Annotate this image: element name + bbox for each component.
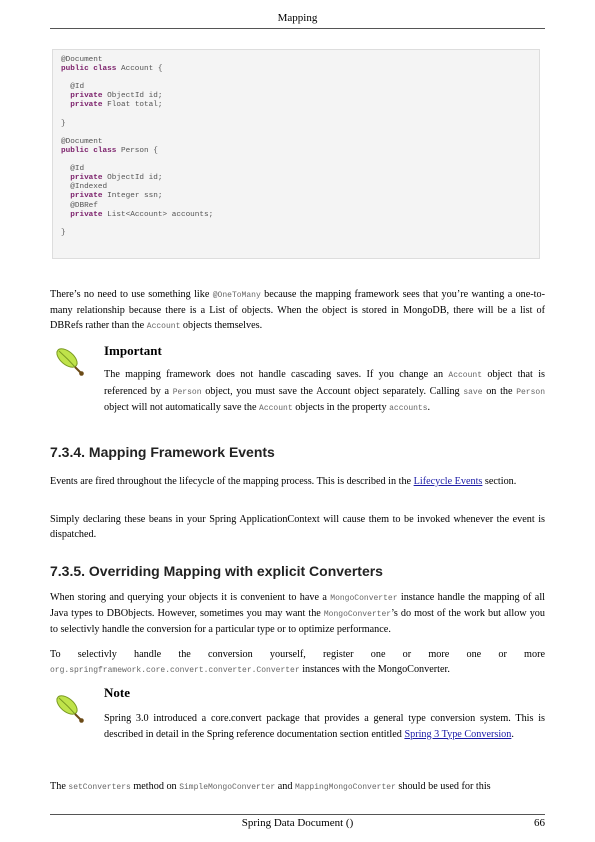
code-line: private Integer ssn; <box>61 192 531 201</box>
inline-code: MongoConverter <box>330 594 398 603</box>
code-line: @Document <box>61 56 531 65</box>
code-line: private ObjectId id; <box>61 174 531 183</box>
inline-code: accounts <box>389 404 428 413</box>
paragraph-dbref: There’s no need to use something like @O… <box>50 287 545 334</box>
text-run: There’s no need to use something like <box>50 289 213 300</box>
code-line: @Indexed <box>61 183 531 192</box>
code-line: @Id <box>61 83 531 92</box>
footer-document-title: Spring Data Document () <box>241 817 354 829</box>
code-keyword: private <box>61 210 103 219</box>
text-run: method on <box>130 781 180 792</box>
code-line: @DBRef <box>61 202 531 211</box>
text-run: should be used for this <box>395 781 491 792</box>
page-number: 66 <box>534 817 545 829</box>
text-run: When storing and querying your objects i… <box>50 592 331 603</box>
paragraph-converters-2-line-2: org.springframework.core.convert.convert… <box>50 662 545 678</box>
code-line: } <box>61 229 531 238</box>
inline-code: MappingMongoConverter <box>295 783 396 792</box>
important-text: The mapping framework does not handle ca… <box>104 367 545 417</box>
code-text: Person { <box>116 146 158 155</box>
code-text: } <box>61 228 66 237</box>
paragraph-events-1: Events are fired throughout the lifecycl… <box>50 474 545 489</box>
note-text: Spring 3.0 introduced a core.convert pac… <box>104 711 545 742</box>
code-keyword: private <box>61 192 103 201</box>
note-title: Note <box>104 685 130 700</box>
inline-code: org.springframework.core.convert.convert… <box>50 666 300 675</box>
inline-code: @OneToMany <box>212 291 261 300</box>
link[interactable]: Lifecycle Events <box>414 476 483 487</box>
footer-rule <box>50 814 545 815</box>
text-run: on the <box>482 385 517 397</box>
code-text: Float total; <box>102 101 163 110</box>
code-text: List<Account> accounts; <box>102 210 214 219</box>
inline-code: Account <box>146 322 181 331</box>
text-run: The <box>50 781 69 792</box>
code-text: } <box>61 119 66 128</box>
text-run: To selectivly handle the conversion your… <box>50 649 545 660</box>
important-title: Important <box>104 343 162 358</box>
code-text: ObjectId id; <box>102 174 163 183</box>
code-text: @Document <box>61 56 103 64</box>
text-run: object will not automatically save the <box>104 402 260 413</box>
text-run: and <box>275 781 296 792</box>
code-text: @Id <box>61 165 85 174</box>
code-text: @DBRef <box>61 201 98 210</box>
text-run: Events are fired throughout the lifecycl… <box>50 476 414 487</box>
paragraph-converters-2-line-1: To selectivly handle the conversion your… <box>50 647 545 662</box>
header-rule <box>50 28 545 29</box>
running-footer: Spring Data Document () 66 <box>50 817 545 829</box>
code-keyword: private <box>61 174 103 183</box>
inline-code: Person <box>172 387 202 397</box>
text-run: objects in the property <box>292 402 390 413</box>
text-run: section. <box>482 476 517 487</box>
text-run: The mapping framework does not handle ca… <box>104 369 449 380</box>
code-text: @Indexed <box>61 183 108 192</box>
code-keyword: public class <box>61 146 117 155</box>
text-run: object, you must save the Account object… <box>201 385 464 397</box>
running-header: Mapping <box>277 12 318 24</box>
code-text: @Id <box>61 83 85 92</box>
code-line: public class Account { <box>61 65 531 74</box>
inline-code: Account <box>259 404 293 413</box>
section-heading-converters: 7.3.5. Overriding Mapping with explicit … <box>50 563 383 579</box>
text-run: instances with the MongoConverter. <box>299 664 450 675</box>
inline-code: SimpleMongoConverter <box>179 783 276 792</box>
inline-code: Person <box>516 387 545 397</box>
text-run: . <box>427 402 431 413</box>
code-text: Integer ssn; <box>102 192 163 201</box>
text-run: Simply declaring these beans in your Spr… <box>50 514 545 540</box>
inline-code: save <box>463 387 483 397</box>
code-line: private List<Account> accounts; <box>61 211 531 220</box>
code-line: private Float total; <box>61 101 531 110</box>
paragraph-events-2: Simply declaring these beans in your Spr… <box>50 512 545 542</box>
code-line: } <box>61 120 531 129</box>
inline-code: MongoConverter <box>323 610 392 619</box>
link[interactable]: Spring 3 Type Conversion <box>404 729 511 740</box>
code-keyword: public class <box>61 65 117 74</box>
code-text: ObjectId id; <box>102 92 163 101</box>
code-line: public class Person { <box>61 147 531 156</box>
code-keyword: private <box>61 92 103 101</box>
code-line: @Id <box>61 165 531 174</box>
inline-code: Account <box>448 371 483 380</box>
inline-code: setConverters <box>68 783 131 792</box>
paragraph-setconverters: The setConverters method on SimpleMongoC… <box>50 779 545 795</box>
code-text: @Document <box>61 137 103 146</box>
paragraph-converters-1: When storing and querying your objects i… <box>50 590 545 637</box>
leaf-icon <box>56 695 84 723</box>
text-run: objects themselves. <box>180 320 263 331</box>
leaf-icon <box>56 348 84 376</box>
section-heading-events: 7.3.4. Mapping Framework Events <box>50 444 275 460</box>
code-line: @Document <box>61 138 531 147</box>
code-text: Account { <box>116 65 163 74</box>
code-line: private ObjectId id; <box>61 92 531 101</box>
code-keyword: private <box>61 101 103 110</box>
text-run: . <box>511 728 514 740</box>
code-block: @Document public class Account { @Id priv… <box>52 49 540 259</box>
